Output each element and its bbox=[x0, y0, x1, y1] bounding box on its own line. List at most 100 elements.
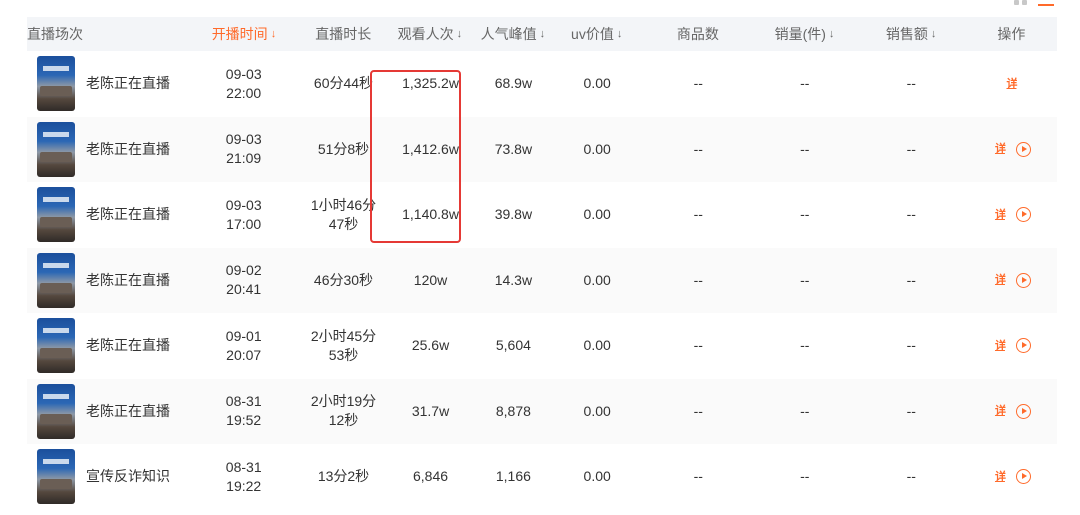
session-name: 宣传反诈知识 bbox=[86, 468, 170, 485]
live-thumbnail[interactable] bbox=[37, 449, 75, 505]
live-thumbnail[interactable] bbox=[37, 252, 75, 308]
detail-icon[interactable]: 详情 bbox=[991, 207, 1008, 223]
uv-cell: 0.00 bbox=[551, 444, 644, 510]
views-value: 1,325.2w bbox=[402, 75, 459, 92]
actions-cell: 详情 bbox=[966, 182, 1057, 248]
sort-arrow-icon[interactable]: ↓ bbox=[271, 28, 277, 40]
sort-arrow-icon[interactable]: ↓ bbox=[457, 28, 463, 40]
sales-count-value: -- bbox=[800, 468, 810, 485]
uv-value: 0.00 bbox=[583, 402, 611, 419]
table-row: 老陈正在直播 09-01 20:07 2小时45分53秒 25.6w 5,604 0.00 -… bbox=[27, 313, 1057, 379]
column-header-peak[interactable]: 人气峰值 ↓ bbox=[475, 17, 550, 51]
sales-amount-value: -- bbox=[906, 468, 916, 485]
session-name: 老陈正在直播 bbox=[86, 75, 170, 92]
sales-count-cell: -- bbox=[753, 313, 857, 379]
row-actions: 详情 bbox=[991, 469, 1032, 485]
sales-amount-cell: -- bbox=[857, 379, 966, 445]
views-cell: 1,325.2w bbox=[385, 51, 476, 117]
start-date: 08-31 bbox=[225, 458, 262, 475]
views-cell: 31.7w bbox=[385, 379, 476, 445]
sales-count-cell: -- bbox=[753, 248, 857, 314]
column-header-label: 开播时间 bbox=[211, 26, 268, 42]
actions-cell: 详情 bbox=[966, 51, 1057, 117]
detail-icon[interactable]: 详情 bbox=[991, 338, 1008, 354]
views-value: 1,412.6w bbox=[402, 140, 459, 157]
goods-count-cell: -- bbox=[644, 444, 753, 510]
sales-count-value: -- bbox=[800, 206, 810, 223]
uv-cell: 0.00 bbox=[551, 313, 644, 379]
play-icon[interactable] bbox=[1016, 141, 1032, 157]
goods-count-value: -- bbox=[693, 140, 703, 157]
play-icon[interactable] bbox=[1016, 338, 1032, 354]
live-thumbnail[interactable] bbox=[37, 318, 75, 374]
column-header-label: 人气峰值 bbox=[480, 26, 537, 42]
session-cell[interactable]: 老陈正在直播 bbox=[27, 379, 185, 445]
live-thumbnail[interactable] bbox=[37, 121, 75, 177]
duration-value: 60分44秒 bbox=[313, 75, 374, 92]
peak-value: 5,604 bbox=[495, 337, 531, 354]
start-time-cell: 09-02 20:41 bbox=[185, 248, 302, 314]
views-cell: 1,412.6w bbox=[385, 117, 476, 183]
table-row: 老陈正在直播 09-02 20:41 46分30秒 120w 14.3w 0.00 -- -- -… bbox=[27, 247, 1057, 314]
start-clock: 21:09 bbox=[226, 150, 262, 167]
goods-count-cell: -- bbox=[644, 379, 753, 445]
column-header-sales-count[interactable]: 销量(件) ↓ bbox=[753, 17, 857, 51]
column-header-label: uv价值 bbox=[571, 26, 614, 42]
sales-amount-cell: -- bbox=[857, 117, 966, 183]
uv-value: 0.00 bbox=[583, 140, 611, 157]
sort-arrow-icon[interactable]: ↓ bbox=[617, 28, 623, 40]
session-cell[interactable]: 老陈正在直播 bbox=[27, 51, 185, 117]
detail-icon[interactable]: 详情 bbox=[991, 141, 1008, 157]
uv-value: 0.00 bbox=[583, 337, 611, 354]
start-clock: 17:00 bbox=[226, 215, 262, 232]
table-row: 老陈正在直播 09-03 22:00 60分44秒 1,325.2w 68.9w 0.00 -… bbox=[27, 51, 1057, 117]
session-cell[interactable]: 宣传反诈知识 bbox=[27, 444, 185, 510]
goods-count-cell: -- bbox=[644, 182, 753, 248]
live-thumbnail[interactable] bbox=[37, 56, 75, 112]
session-cell[interactable]: 老陈正在直播 bbox=[27, 182, 185, 248]
peak-cell: 68.9w bbox=[476, 51, 551, 117]
uv-value: 0.00 bbox=[583, 75, 611, 92]
live-thumbnail[interactable] bbox=[37, 383, 75, 439]
session-cell[interactable]: 老陈正在直播 bbox=[27, 117, 185, 183]
views-cell: 25.6w bbox=[385, 313, 476, 379]
play-icon[interactable] bbox=[1016, 403, 1032, 419]
grid-view-icon[interactable] bbox=[1014, 0, 1028, 6]
play-icon[interactable] bbox=[1016, 272, 1032, 288]
column-header-start-time[interactable]: 开播时间 ↓ bbox=[186, 17, 303, 51]
session-cell[interactable]: 老陈正在直播 bbox=[27, 313, 185, 379]
start-time: 09-01 20:07 bbox=[226, 327, 262, 365]
sort-arrow-icon[interactable]: ↓ bbox=[931, 28, 937, 40]
start-time: 09-03 17:00 bbox=[226, 196, 262, 234]
sort-arrow-icon[interactable]: ↓ bbox=[540, 28, 546, 40]
sort-arrow-icon[interactable]: ↓ bbox=[829, 28, 835, 40]
column-header-uv-value[interactable]: uv价值 ↓ bbox=[550, 17, 643, 51]
start-date: 09-03 bbox=[225, 65, 262, 82]
detail-icon[interactable]: 详情 bbox=[991, 272, 1008, 288]
peak-cell: 14.3w bbox=[476, 248, 551, 314]
sales-count-value: -- bbox=[800, 140, 810, 157]
table-body: 老陈正在直播 09-03 22:00 60分44秒 1,325.2w 68.9w 0.00 -… bbox=[27, 51, 1057, 510]
sales-count-value: -- bbox=[800, 337, 810, 354]
play-icon[interactable] bbox=[1016, 207, 1032, 223]
sales-count-value: -- bbox=[800, 402, 810, 419]
live-thumbnail[interactable] bbox=[37, 187, 75, 243]
session-cell[interactable]: 老陈正在直播 bbox=[27, 248, 185, 314]
view-toggle bbox=[1014, 0, 1054, 10]
sales-amount-value: -- bbox=[906, 75, 916, 92]
start-time: 08-31 19:52 bbox=[226, 392, 262, 430]
column-header-views[interactable]: 观看人次 ↓ bbox=[384, 17, 475, 51]
sales-amount-cell: -- bbox=[857, 248, 966, 314]
goods-count-cell: -- bbox=[644, 117, 753, 183]
detail-icon[interactable]: 详情 bbox=[991, 469, 1008, 485]
list-view-icon[interactable] bbox=[1038, 0, 1054, 6]
column-header-duration: 直播时长 bbox=[302, 17, 384, 51]
start-date: 09-03 bbox=[225, 131, 262, 148]
detail-icon[interactable]: 详情 bbox=[1003, 76, 1020, 92]
table-row: 宣传反诈知识 08-31 19:22 13分2秒 6,846 1,166 0.00 -- -- -… bbox=[27, 444, 1057, 510]
detail-icon[interactable]: 详情 bbox=[991, 403, 1008, 419]
play-icon[interactable] bbox=[1016, 469, 1032, 485]
start-time-cell: 08-31 19:22 bbox=[185, 444, 302, 510]
column-header-sales-amount[interactable]: 销售额 ↓ bbox=[856, 17, 965, 51]
column-header-actions: 操作 bbox=[966, 17, 1057, 51]
